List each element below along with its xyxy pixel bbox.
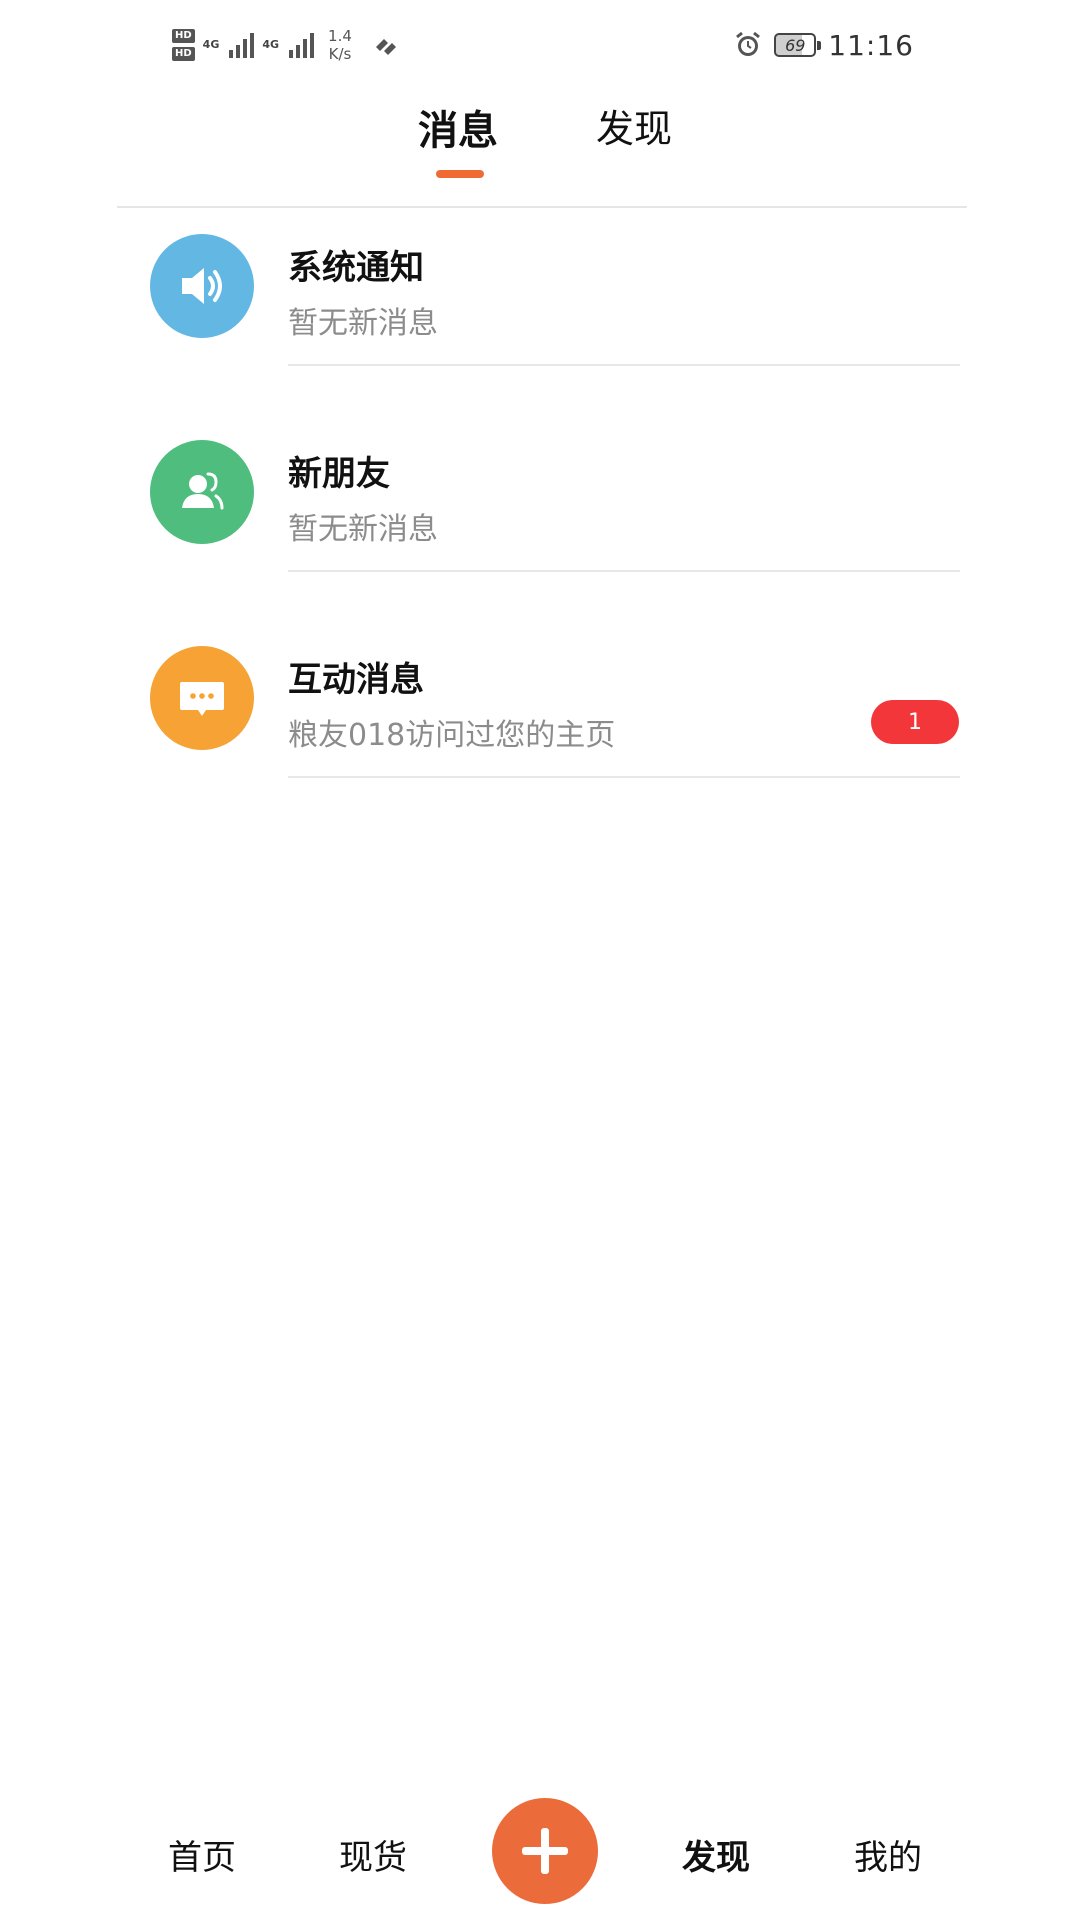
tab-discover[interactable]: 发现 <box>596 98 672 153</box>
hd-tag-1: HD <box>172 29 195 43</box>
signal-icon <box>229 32 255 58</box>
message-item-interactions[interactable]: 互动消息 粮友018访问过您的主页 1 <box>0 620 1080 826</box>
row-divider <box>288 776 960 778</box>
publish-button[interactable] <box>492 1798 598 1904</box>
top-tabs: 消息 发现 <box>0 90 1080 206</box>
avatar <box>150 234 254 338</box>
battery-icon: 69 <box>774 33 822 57</box>
network-speed: 1.4 K/s <box>328 27 352 63</box>
message-item-system-notice[interactable]: 系统通知 暂无新消息 <box>0 208 1080 414</box>
message-title: 新朋友 <box>288 454 390 494</box>
hd-indicator: HD HD <box>172 29 195 61</box>
signal-icon-2 <box>289 32 315 58</box>
alarm-icon <box>736 31 761 56</box>
hd-tag-2: HD <box>172 47 195 61</box>
row-divider <box>288 570 960 572</box>
bottom-nav: 首页 现货 发现 我的 <box>0 1798 1080 1920</box>
network-speed-unit: K/s <box>328 45 352 63</box>
data-saver-icon <box>375 39 396 55</box>
battery-level: 69 <box>785 35 806 55</box>
speaker-icon <box>182 268 222 304</box>
network-speed-value: 1.4 <box>328 27 352 45</box>
nav-home[interactable]: 首页 <box>168 1830 236 1879</box>
status-bar: HD HD 4G 4G 1.4 K/s 69 11:16 <box>0 0 1080 90</box>
nav-discover[interactable]: 发现 <box>682 1830 750 1879</box>
nav-mine[interactable]: 我的 <box>854 1830 922 1879</box>
message-subtitle: 粮友018访问过您的主页 <box>288 718 616 753</box>
network-type-2: 4G <box>262 38 280 51</box>
clock: 11:16 <box>828 28 914 62</box>
network-type-1: 4G <box>202 38 220 51</box>
status-left: HD HD 4G 4G 1.4 K/s <box>172 22 400 68</box>
message-list: 系统通知 暂无新消息 新朋友 暂无新消息 互动消息 粮友018访问过您的主页 1 <box>0 208 1080 826</box>
message-subtitle: 暂无新消息 <box>288 306 438 341</box>
row-divider <box>288 364 960 366</box>
avatar <box>150 646 254 750</box>
status-right: 69 11:16 <box>734 22 914 68</box>
message-item-new-friends[interactable]: 新朋友 暂无新消息 <box>0 414 1080 620</box>
message-title: 系统通知 <box>288 248 424 288</box>
plus-icon <box>522 1828 568 1874</box>
avatar <box>150 440 254 544</box>
nav-stock[interactable]: 现货 <box>339 1830 407 1879</box>
unread-badge: 1 <box>871 700 959 744</box>
message-title: 互动消息 <box>288 660 424 700</box>
chat-icon <box>180 682 224 716</box>
tab-messages[interactable]: 消息 <box>418 98 498 156</box>
active-tab-indicator <box>436 170 484 178</box>
friends-icon <box>182 472 224 510</box>
message-subtitle: 暂无新消息 <box>288 512 438 547</box>
